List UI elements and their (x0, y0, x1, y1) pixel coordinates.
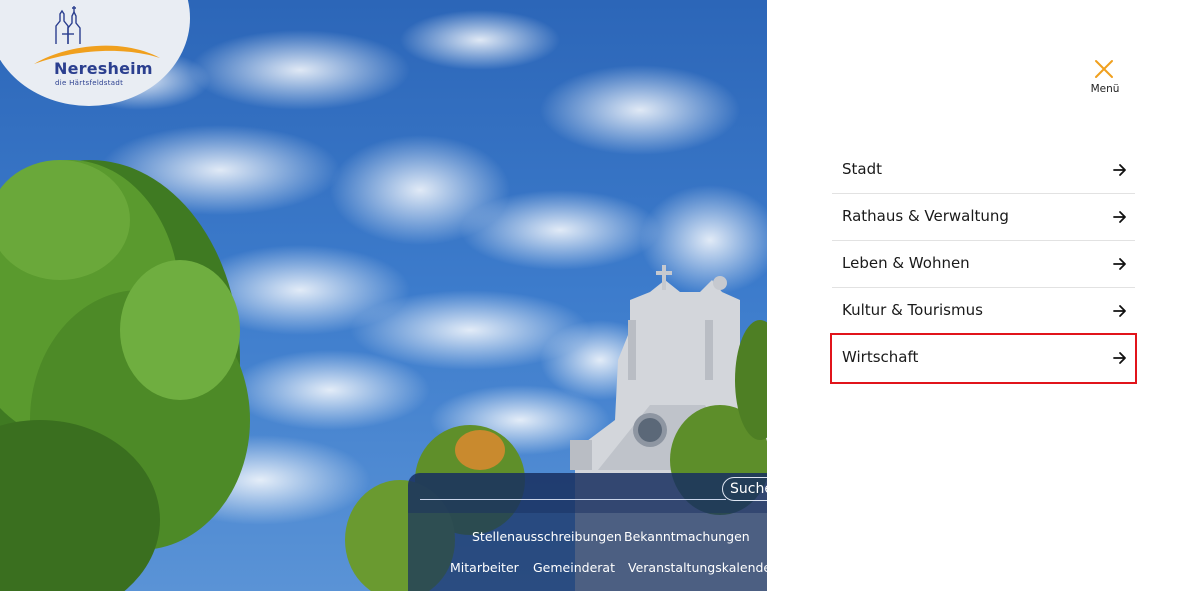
nav-item-label: Leben & Wohnen (842, 254, 970, 272)
nav-item-rathaus-verwaltung[interactable]: Rathaus & Verwaltung (832, 194, 1135, 241)
arrow-right-icon (1113, 352, 1126, 364)
nav-item-label: Rathaus & Verwaltung (842, 207, 1009, 225)
nav-item-label: Kultur & Tourismus (842, 301, 983, 319)
logo-church-icon (34, 6, 160, 64)
quick-link-bekanntmachungen[interactable]: Bekanntmachungen (624, 529, 750, 544)
quick-link-gemeinderat[interactable]: Gemeinderat (533, 560, 615, 575)
menu-close-button[interactable]: Menü (1083, 56, 1127, 100)
hero-image: Neresheim die Härtsfeldstadt Suche Stell… (0, 0, 767, 591)
search-bar (408, 473, 767, 513)
quick-link-stellenausschreibungen[interactable]: Stellenausschreibungen (472, 529, 622, 544)
arrow-right-icon (1113, 211, 1126, 223)
arrow-right-icon (1113, 305, 1126, 317)
menu-close-label: Menü (1090, 83, 1120, 95)
arrow-right-icon (1113, 258, 1126, 270)
search-input[interactable] (420, 499, 726, 500)
main-navigation: Stadt Rathaus & Verwaltung Leben & Wohne… (830, 147, 1137, 384)
search-button[interactable]: Suche (722, 477, 767, 501)
nav-item-leben-wohnen[interactable]: Leben & Wohnen (832, 241, 1135, 288)
nav-item-label: Wirtschaft (842, 348, 919, 366)
arrow-right-icon (1113, 164, 1126, 176)
logo-subtitle: die Härtsfeldstadt (55, 79, 124, 87)
quick-link-mitarbeiter[interactable]: Mitarbeiter (450, 560, 519, 575)
nav-item-wirtschaft[interactable]: Wirtschaft (830, 333, 1137, 384)
close-icon (1095, 60, 1113, 78)
quick-link-veranstaltungskalender[interactable]: Veranstaltungskalender (628, 560, 767, 575)
nav-item-kultur-tourismus[interactable]: Kultur & Tourismus (832, 288, 1135, 335)
nav-item-label: Stadt (842, 160, 882, 178)
nav-item-stadt[interactable]: Stadt (832, 147, 1135, 194)
quick-links-panel (408, 513, 767, 591)
logo-name: Neresheim (54, 59, 153, 78)
